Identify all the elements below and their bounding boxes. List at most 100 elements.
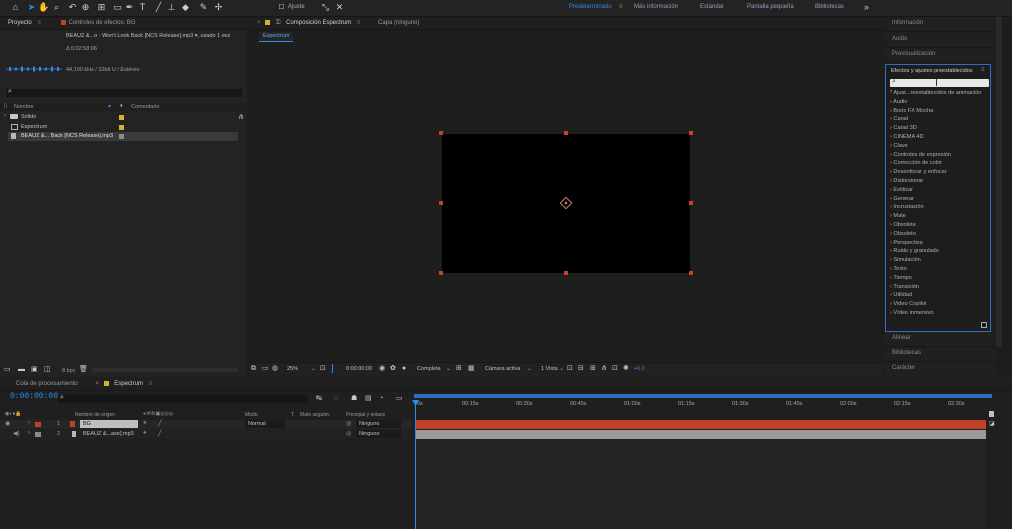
- workspace-menu-icon[interactable]: ≡: [619, 4, 623, 10]
- tab-timeline-comp[interactable]: Espectrum: [114, 381, 143, 387]
- zoom-select[interactable]: 25%: [287, 366, 298, 372]
- effects-category-item[interactable]: › Ruido y granulado: [890, 247, 990, 256]
- effects-category-item[interactable]: › Corrección de color: [890, 159, 990, 168]
- exposure-value[interactable]: +0,0: [634, 366, 645, 372]
- panel-menu-icon[interactable]: ≡: [37, 20, 41, 26]
- effects-category-item[interactable]: › Texto: [890, 265, 990, 274]
- parent-select[interactable]: Ninguno: [356, 420, 401, 428]
- project-item-selected[interactable]: BEAUZ &... Back [NCS Release].mp3: [8, 132, 238, 141]
- expand-arrow-icon[interactable]: ›: [28, 420, 30, 426]
- effects-category-item[interactable]: › Distorsionar: [890, 177, 990, 186]
- effects-category-item[interactable]: › Incrustación: [890, 203, 990, 212]
- speaker-icon[interactable]: ◀): [13, 430, 20, 437]
- effects-category-item[interactable]: › Mate: [890, 212, 990, 221]
- info-panel-tab[interactable]: Información: [892, 20, 923, 26]
- project-item[interactable]: Espectrum: [0, 123, 247, 132]
- project-search-input[interactable]: ⌕: [6, 88, 242, 97]
- draft-3d-icon[interactable]: ◌: [334, 394, 338, 404]
- col-comment[interactable]: Comentario: [131, 104, 159, 110]
- pickwhip-icon[interactable]: ◎: [346, 420, 351, 427]
- parent-select[interactable]: Ninguno: [356, 430, 401, 438]
- work-area-bar[interactable]: [414, 394, 992, 398]
- puppet-tool-icon[interactable]: ✢: [213, 2, 224, 13]
- pen-tool-icon[interactable]: ✒: [124, 2, 135, 13]
- work-area-end-handle[interactable]: [989, 411, 994, 417]
- effects-category-item[interactable]: › Obsolete: [890, 221, 990, 230]
- effects-category-item[interactable]: › Clave: [890, 142, 990, 151]
- tab-render-queue[interactable]: Cola de procesamiento: [16, 381, 78, 387]
- resolution-dropdown-icon[interactable]: ⌄: [446, 365, 451, 372]
- current-time[interactable]: 0:00:00:00: [346, 366, 372, 372]
- tab-composicion[interactable]: Composición Espectrum: [286, 20, 351, 26]
- workspace-pantalla-pequena[interactable]: Pantalla pequeña: [747, 4, 794, 10]
- comp-mini-flowchart-icon[interactable]: ↹: [316, 394, 322, 404]
- layer-bar-bg[interactable]: [416, 420, 986, 429]
- col-t[interactable]: T: [291, 412, 294, 418]
- close-icon[interactable]: ×: [95, 381, 99, 387]
- effects-category-item[interactable]: › Controles de expresión: [890, 151, 990, 160]
- comp-button-icon[interactable]: ◪: [989, 420, 995, 427]
- layer-color-chip[interactable]: [35, 432, 41, 437]
- sort-arrow-icon[interactable]: ▾: [108, 103, 111, 110]
- label-color-chip[interactable]: [119, 115, 124, 120]
- close-icon[interactable]: ×: [257, 20, 261, 26]
- effects-category-item[interactable]: › Generar: [890, 195, 990, 204]
- rectangle-tool-icon[interactable]: ▭: [112, 2, 123, 13]
- effects-category-item[interactable]: › Desenfocar y enfocar: [890, 168, 990, 177]
- zoom-dropdown-icon[interactable]: ⌄: [311, 365, 316, 372]
- col-mode[interactable]: Modo: [245, 412, 258, 418]
- effects-category-item[interactable]: › Obsoleto: [890, 230, 990, 239]
- color-channel-icon[interactable]: ●: [402, 364, 406, 374]
- project-scrollbar[interactable]: [92, 368, 238, 372]
- effects-category-item[interactable]: › Vídeo inmersivo: [890, 309, 990, 318]
- camera-select[interactable]: Cámara activa: [485, 366, 520, 372]
- align-panel-tab[interactable]: Alinear: [892, 335, 911, 341]
- views-dropdown-icon[interactable]: ⌄: [559, 365, 564, 372]
- home-icon[interactable]: ⌂: [10, 2, 21, 13]
- layer-bounding-box[interactable]: [437, 129, 695, 279]
- camera-dropdown-icon[interactable]: ⌄: [527, 365, 532, 372]
- pan-behind-tool-icon[interactable]: ⊞: [96, 2, 107, 13]
- hand-tool-icon[interactable]: ✋: [38, 2, 49, 13]
- effects-category-item[interactable]: › Audio: [890, 98, 990, 107]
- layer-name[interactable]: BG: [80, 420, 138, 428]
- toggle-pixel-aspect-icon[interactable]: ⊡: [567, 364, 573, 374]
- label-column-icon[interactable]: ▯: [4, 103, 7, 109]
- quality-switch-icon[interactable]: ╱: [158, 420, 162, 427]
- clone-stamp-tool-icon[interactable]: ⊥: [166, 2, 177, 13]
- new-folder-icon[interactable]: ▬: [18, 365, 25, 375]
- lock-icon[interactable]: ⚿: [276, 20, 281, 26]
- layer-color-chip[interactable]: [35, 422, 41, 427]
- trash-icon[interactable]: 🗑: [79, 365, 88, 375]
- mode-select[interactable]: Normal: [245, 420, 285, 428]
- current-time-indicator[interactable]: [415, 400, 416, 529]
- timeline-layer-row[interactable]: ◉ › 1 BG ⚹ ╱ Normal ◎ Ninguno: [0, 420, 412, 429]
- expand-arrow-icon[interactable]: ›: [4, 113, 6, 119]
- project-settings-icon[interactable]: ◫: [44, 365, 51, 375]
- comp-subtab-espectrum[interactable]: Espectrum: [259, 32, 294, 42]
- shy-switch-icon[interactable]: ⚹: [143, 420, 147, 427]
- preview-panel-tab[interactable]: Previsualización: [892, 51, 935, 57]
- effects-category-item[interactable]: › Tiempo: [890, 274, 990, 283]
- tab-proyecto[interactable]: Proyecto: [8, 20, 32, 26]
- character-panel-tab[interactable]: Carácter: [892, 365, 915, 371]
- bit-depth[interactable]: 8 bpc: [62, 368, 75, 374]
- workspace-mas-informacion[interactable]: Más información: [634, 4, 678, 10]
- type-tool-icon[interactable]: T: [137, 2, 148, 13]
- display-icon[interactable]: ▭: [262, 364, 269, 374]
- shy-layers-icon[interactable]: ☗: [351, 394, 357, 404]
- workspace-bibliotecas[interactable]: Bibliotecas: [815, 4, 844, 10]
- col-name[interactable]: Nombre: [14, 104, 34, 110]
- effects-category-item[interactable]: › Perspectiva: [890, 239, 990, 248]
- panel-menu-icon[interactable]: ≡: [357, 20, 361, 26]
- timeline-icon[interactable]: ⊞: [590, 364, 596, 374]
- libraries-panel-tab[interactable]: Bibliotecas: [892, 350, 921, 356]
- more-workspaces-icon[interactable]: »: [864, 2, 869, 12]
- transparency-grid-icon[interactable]: ▦: [468, 364, 475, 374]
- frame-blending-icon[interactable]: ▤: [365, 394, 372, 404]
- effects-category-item[interactable]: › Boris FX Mocha: [890, 107, 990, 116]
- panel-menu-icon[interactable]: ≡: [981, 67, 985, 73]
- workspace-predeterminado[interactable]: Predeterminado: [569, 4, 612, 10]
- right-scrollbar[interactable]: [996, 17, 1002, 347]
- effects-category-item[interactable]: › CINEMA 4D: [890, 133, 990, 142]
